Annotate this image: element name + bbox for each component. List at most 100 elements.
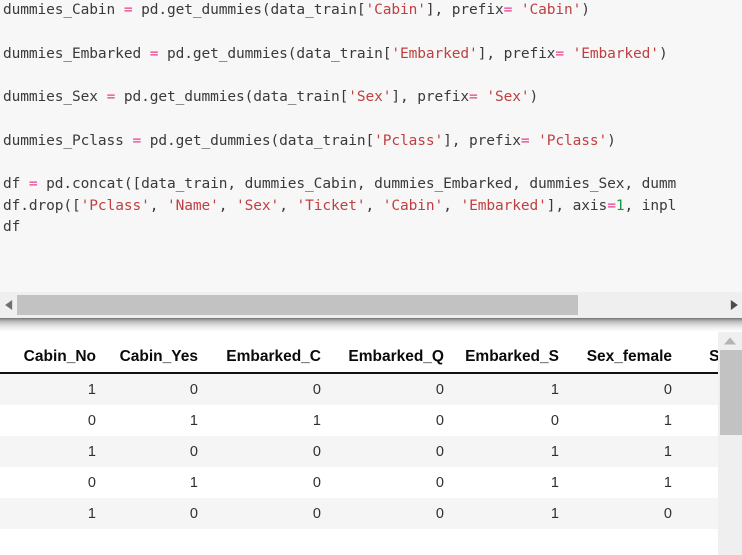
table-cell: 0 bbox=[329, 436, 452, 467]
code-token-plain: dummies_Sex bbox=[3, 89, 107, 105]
row-index-cell bbox=[0, 467, 8, 498]
code-token-str: 'Pclass' bbox=[80, 197, 150, 214]
column-header-cabin_yes: Cabin_Yes bbox=[104, 332, 206, 374]
table-cell: 0 bbox=[104, 436, 206, 467]
table-cell: 0 bbox=[206, 498, 329, 529]
code-token-plain: df bbox=[3, 219, 21, 235]
table-cell: 1 bbox=[567, 405, 680, 436]
vertical-scrollbar-thumb[interactable] bbox=[720, 350, 742, 435]
code-token-str: 'Cabin' bbox=[520, 2, 582, 18]
table-cell: 0 bbox=[206, 373, 329, 405]
table-cell: 1 bbox=[104, 405, 206, 436]
code-token-plain: pd.get_dummies(data_train[ bbox=[141, 132, 375, 149]
table-cell: 1 bbox=[567, 467, 680, 498]
horizontal-scrollbar-thumb[interactable] bbox=[17, 295, 578, 315]
table-row: 010011 bbox=[0, 467, 742, 498]
code-token-plain: pd.concat([data_train, dummies_Cabin, du… bbox=[37, 176, 677, 192]
code-token-str: 'Name' bbox=[166, 197, 219, 214]
vertical-scrollbar[interactable] bbox=[718, 332, 742, 555]
code-cell[interactable]: dummies_Cabin = pd.get_dummies(data_trai… bbox=[0, 0, 742, 292]
code-token-plain: ], prefix bbox=[443, 132, 521, 149]
code-token-plain: ) bbox=[529, 89, 539, 105]
scroll-up-button[interactable] bbox=[718, 332, 742, 349]
code-token-op: = bbox=[607, 197, 616, 214]
code-token-plain: , bbox=[218, 197, 237, 214]
row-index-cell bbox=[0, 498, 8, 529]
code-token-str: 'Sex' bbox=[236, 197, 280, 214]
code-token-str: 'Cabin' bbox=[365, 2, 426, 18]
code-token-plain: , bbox=[149, 197, 167, 214]
triangle-right-icon bbox=[730, 300, 738, 310]
code-token-op: = bbox=[555, 45, 564, 62]
table-header-row: Cabin_No Cabin_Yes Embarked_C Embarked_Q Emb… bbox=[0, 332, 742, 374]
code-token-plain: , inpl bbox=[624, 197, 677, 214]
table-cell: 1 bbox=[567, 436, 680, 467]
table-cell: 0 bbox=[329, 373, 452, 405]
code-token-str: 'Embarked' bbox=[391, 45, 478, 62]
code-token-plain: df.drop([ bbox=[3, 197, 81, 214]
code-token-op: = bbox=[106, 89, 116, 105]
code-token-str: 'Ticket' bbox=[296, 197, 366, 214]
notebook-view: dummies_Cabin = pd.get_dummies(data_trai… bbox=[0, 0, 742, 555]
horizontal-scrollbar[interactable] bbox=[0, 292, 742, 318]
code-token-str: 'Embarked' bbox=[572, 45, 659, 62]
code-token-plain: pd.get_dummies(data_train[ bbox=[132, 2, 366, 18]
table-cell: 1 bbox=[104, 467, 206, 498]
table-cell: 0 bbox=[567, 373, 680, 405]
code-token-plain: pd.get_dummies(data_train[ bbox=[158, 45, 392, 62]
code-line: dummies_Pclass = pd.get_dummies(data_tra… bbox=[3, 131, 676, 153]
code-token-plain: ) bbox=[658, 45, 668, 62]
code-token-str: 'Sex' bbox=[348, 89, 392, 105]
code-token-plain: , bbox=[443, 197, 461, 214]
table-cell: 0 bbox=[8, 405, 104, 436]
table-body: 100010011001100011010011100010 bbox=[0, 373, 742, 529]
scroll-right-button[interactable] bbox=[725, 292, 742, 318]
table-cell: 0 bbox=[452, 405, 567, 436]
code-line: dummies_Sex = pd.get_dummies(data_train[… bbox=[3, 87, 676, 109]
table-cell: 0 bbox=[104, 498, 206, 529]
code-token-plain: pd.get_dummies(data_train[ bbox=[115, 89, 349, 105]
table-cell: 0 bbox=[329, 467, 452, 498]
code-token-plain: ], prefix bbox=[477, 45, 556, 62]
code-token-plain: ], prefix bbox=[425, 2, 504, 18]
column-header-embarked_c: Embarked_C bbox=[206, 332, 329, 374]
table-cell: 0 bbox=[567, 498, 680, 529]
table-cell: 1 bbox=[8, 373, 104, 405]
index-header bbox=[0, 332, 8, 374]
table-cell: 0 bbox=[206, 467, 329, 498]
code-token-op: = bbox=[132, 132, 142, 149]
code-token-str: 'Cabin' bbox=[382, 197, 444, 214]
table-cell: 1 bbox=[452, 498, 567, 529]
column-header-sex_female: Sex_female bbox=[567, 332, 680, 374]
table-cell: 0 bbox=[206, 436, 329, 467]
code-token-plain: dummies_Cabin bbox=[3, 2, 124, 18]
row-index-cell bbox=[0, 373, 8, 405]
code-line: df = pd.concat([data_train, dummies_Cabi… bbox=[3, 174, 676, 196]
row-index-cell bbox=[0, 436, 8, 467]
code-token-plain: df bbox=[3, 176, 29, 192]
code-token-plain: ], prefix bbox=[391, 89, 470, 105]
table-cell: 1 bbox=[206, 405, 329, 436]
table-cell: 0 bbox=[329, 498, 452, 529]
code-token-str: 'Sex' bbox=[486, 89, 530, 105]
column-header-cabin_no: Cabin_No bbox=[8, 332, 104, 374]
dataframe-table: Cabin_No Cabin_Yes Embarked_C Embarked_Q Emb… bbox=[0, 332, 742, 529]
table-cell: 1 bbox=[8, 498, 104, 529]
code-token-plain: ) bbox=[607, 132, 616, 149]
table-row: 011001 bbox=[0, 405, 742, 436]
code-token-str: 'Embarked' bbox=[460, 197, 547, 214]
table-row: 100011 bbox=[0, 436, 742, 467]
table-cell: 1 bbox=[452, 436, 567, 467]
code-token-op: = bbox=[503, 2, 513, 18]
scroll-left-button[interactable] bbox=[0, 292, 17, 318]
code-token-plain: , bbox=[279, 197, 297, 214]
column-header-embarked_s: Embarked_S bbox=[452, 332, 567, 374]
code-line: df.drop(['Pclass', 'Name', 'Sex', 'Ticke… bbox=[3, 196, 676, 218]
code-token-plain: dummies_Pclass bbox=[3, 132, 133, 149]
table-cell: 1 bbox=[8, 436, 104, 467]
